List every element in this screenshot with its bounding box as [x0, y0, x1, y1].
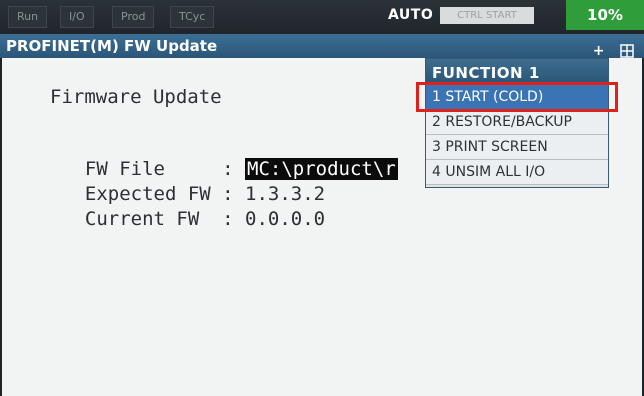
- menu-item-print-screen[interactable]: 3 PRINT SCREEN: [426, 135, 608, 160]
- control-status: CTRL START: [440, 7, 534, 24]
- override-percent[interactable]: 10%: [566, 0, 644, 30]
- current-fw-row: Current FW : 0.0.0.0: [62, 186, 325, 230]
- menu-item-unsim-all-io[interactable]: 4 UNSIM ALL I/O: [426, 160, 608, 185]
- title-bar: PROFINET(M) FW Update +: [0, 34, 644, 59]
- current-fw-label: Current FW :: [84, 208, 246, 230]
- current-fw-value: 0.0.0.0: [245, 208, 326, 230]
- tcyc-indicator: TCyc: [170, 6, 215, 28]
- mode-indicator: AUTO: [388, 7, 434, 23]
- window-layout-icon[interactable]: [614, 43, 634, 59]
- plus-icon[interactable]: +: [587, 43, 605, 59]
- screen-heading: Firmware Update: [50, 86, 222, 108]
- highlight-box: [416, 82, 618, 112]
- run-indicator: Run: [8, 6, 48, 28]
- function-menu: FUNCTION 1 1 START (COLD) 2 RESTORE/BACK…: [425, 58, 609, 188]
- title-icons: +: [575, 38, 634, 59]
- io-indicator: I/O: [60, 6, 94, 28]
- status-bar: Run I/O Prod TCyc AUTO CTRL START 10%: [0, 0, 644, 34]
- prod-indicator: Prod: [112, 6, 155, 28]
- page-title: PROFINET(M) FW Update: [6, 37, 218, 55]
- menu-item-restore-backup[interactable]: 2 RESTORE/BACKUP: [426, 110, 608, 135]
